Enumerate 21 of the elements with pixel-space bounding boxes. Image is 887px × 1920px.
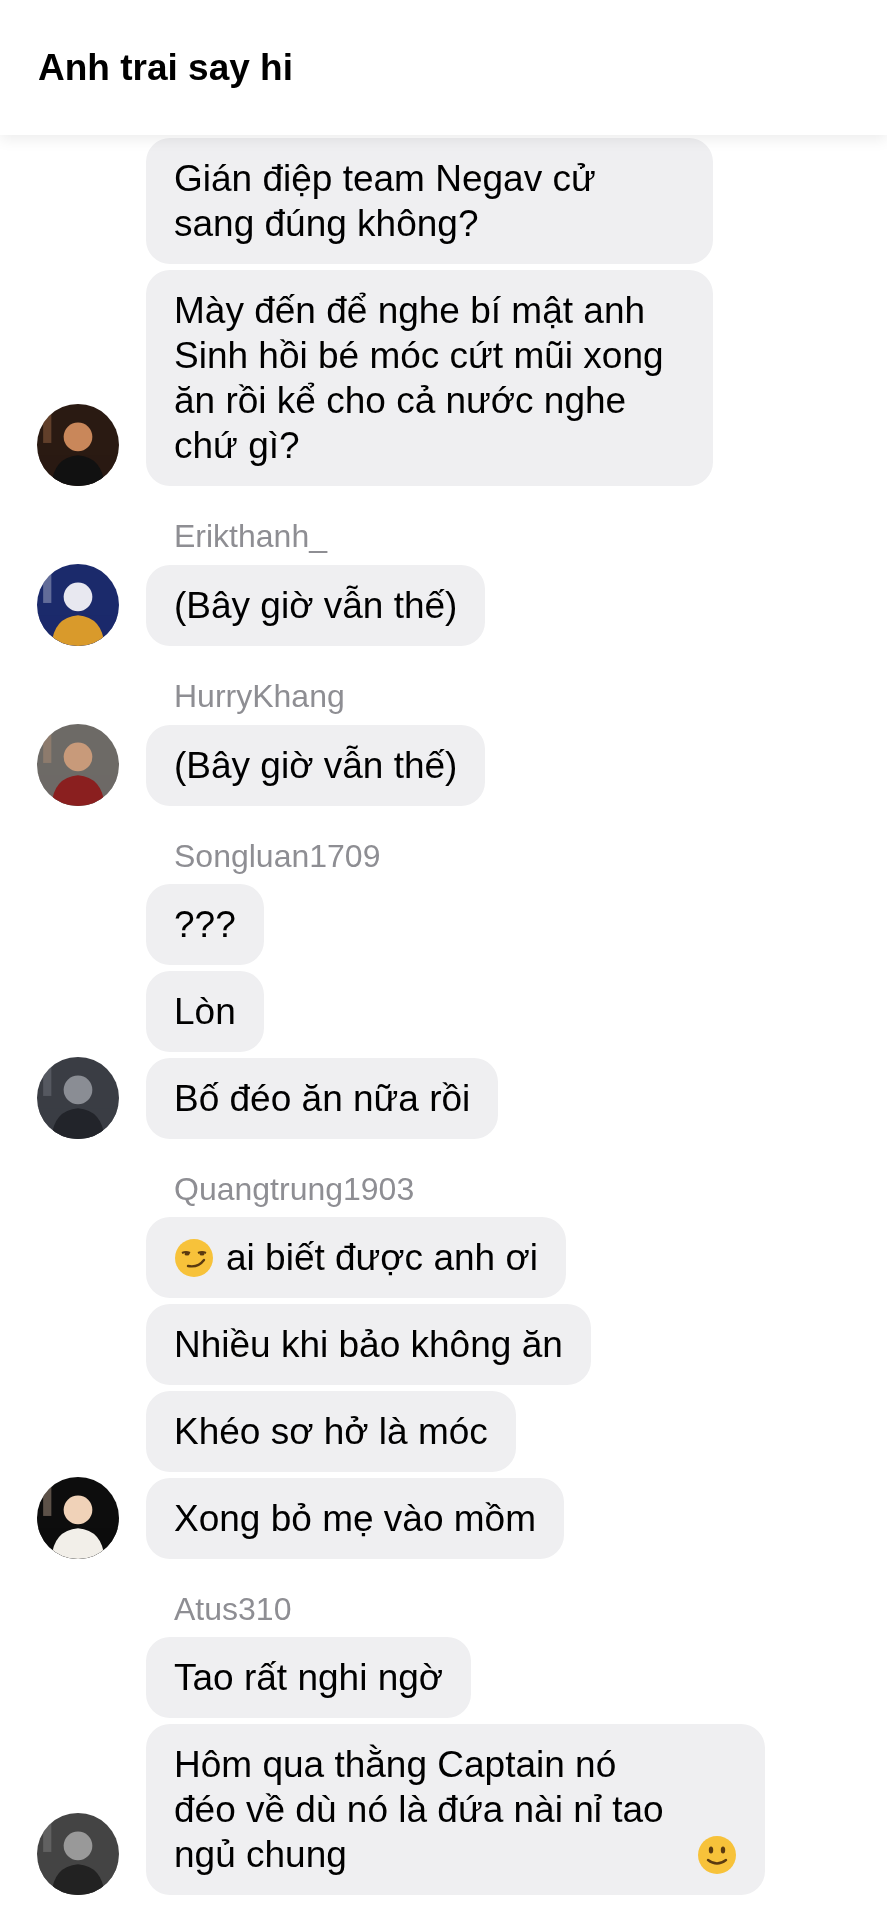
message-text: (Bây giờ vẫn thế)	[174, 584, 458, 628]
message-text: Nhiều khi bảo không ăn	[174, 1323, 563, 1367]
message-text: Khéo sơ hở là móc	[174, 1410, 488, 1454]
sender-name: Songluan1709	[174, 837, 382, 876]
sender-name: Erikthanh_	[174, 517, 329, 556]
message-text: Tao rất nghi ngờ	[174, 1656, 444, 1700]
message-text: Bố đéo ăn nữa rồi	[174, 1077, 471, 1121]
message-text: ???	[174, 903, 236, 947]
message-text: Xong bỏ mẹ vào mồm	[174, 1497, 536, 1541]
sender-name: HurryKhang	[174, 677, 346, 716]
message-text: Gián điệp team Negav cử sang đúng không?	[174, 157, 597, 246]
smiling-face-icon	[697, 1835, 737, 1875]
chat-title: Anh trai say hi	[38, 46, 293, 89]
message-text: Lòn	[174, 990, 236, 1034]
message-text: Hôm qua thằng Captain nó đéo về dù nó là đứa nài nỉ tao ngủ chung	[174, 1743, 665, 1877]
sender-name: Quangtrung1903	[174, 1170, 416, 1209]
message-text: (Bây giờ vẫn thế)	[174, 744, 458, 788]
message-text: ai biết được anh ơi	[226, 1236, 538, 1280]
message-text: Mày đến để nghe bí mật anh Sinh hồi bé móc cứt mũi xong ăn rồi kể cho cả nước nghe chứ gì?	[174, 289, 665, 468]
smirk-face-icon	[174, 1238, 214, 1278]
sender-name: Atus310	[174, 1590, 293, 1629]
